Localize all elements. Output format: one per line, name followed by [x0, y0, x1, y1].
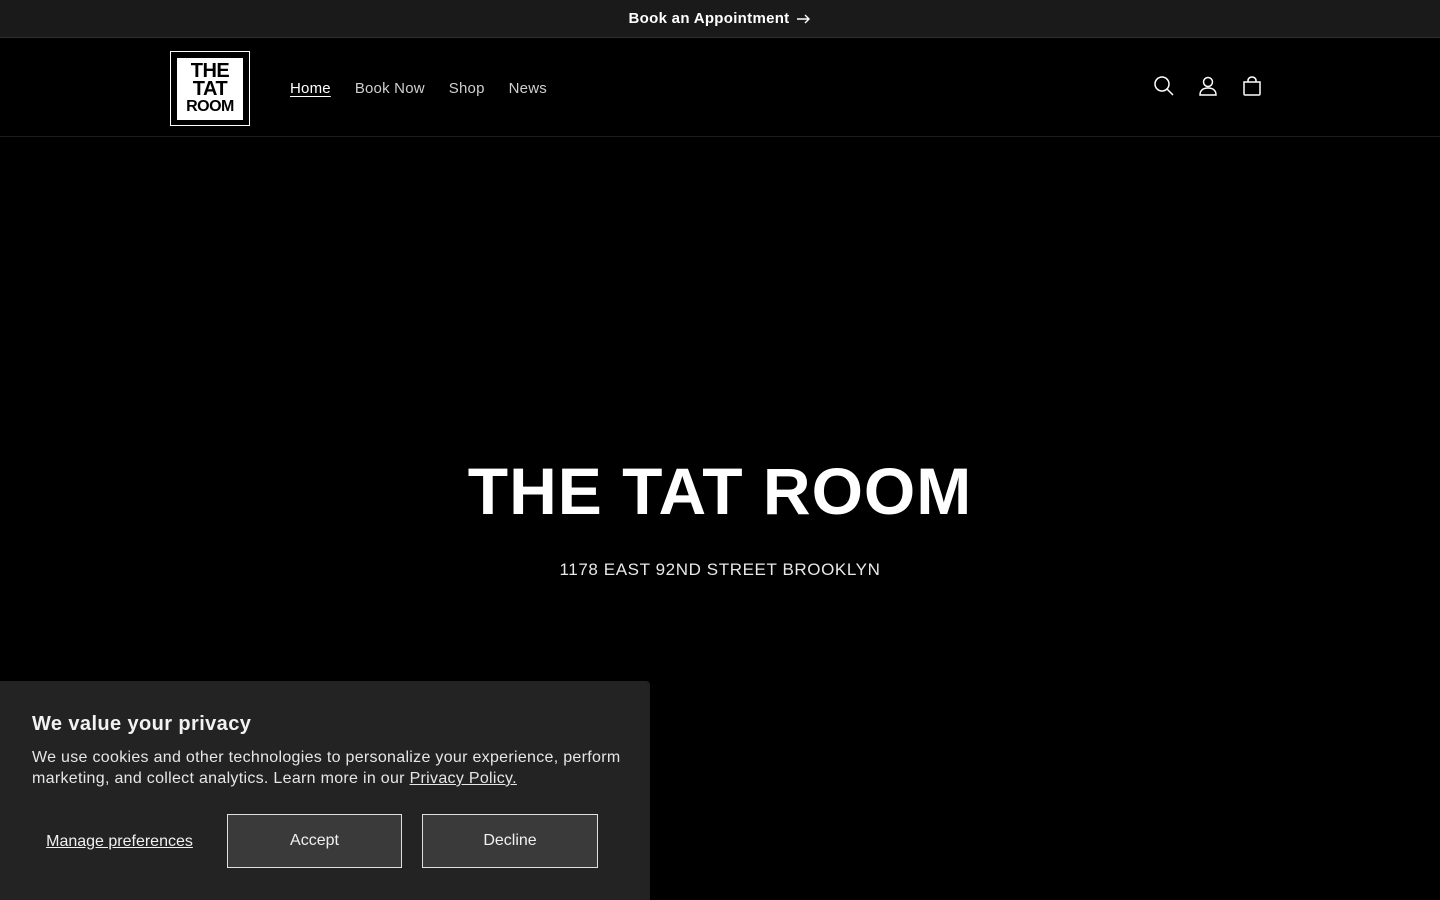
decline-button[interactable]: Decline: [422, 814, 598, 868]
hero-subtitle: 1178 EAST 92ND STREET BROOKLYN: [559, 560, 881, 579]
nav-item-book-now[interactable]: Book Now: [343, 80, 437, 97]
account-icon: [1197, 75, 1219, 102]
accept-button[interactable]: Accept: [227, 814, 402, 868]
cookie-description: We use cookies and other technologies to…: [32, 749, 621, 787]
arrow-right-icon: [797, 14, 811, 24]
nav-item-shop[interactable]: Shop: [437, 80, 497, 97]
announcement-text: Book an Appointment: [628, 10, 790, 27]
hero-title: THE TAT ROOM: [467, 454, 973, 528]
header-icons: [1142, 39, 1274, 137]
cart-icon: [1241, 75, 1263, 102]
site-header: THE TAT ROOM Home Book Now Shop News: [0, 39, 1440, 137]
manage-preferences-button[interactable]: Manage preferences: [32, 814, 207, 868]
logo-line-3: ROOM: [186, 97, 234, 115]
logo-line-2: TAT: [192, 77, 228, 100]
site-logo[interactable]: THE TAT ROOM: [170, 51, 250, 126]
cookie-text: We use cookies and other technologies to…: [32, 747, 632, 789]
logo-line-1: THE: [190, 59, 230, 82]
nav-item-home[interactable]: Home: [278, 80, 343, 97]
privacy-policy-link[interactable]: Privacy Policy.: [410, 770, 517, 787]
search-icon: [1153, 75, 1175, 102]
logo-mark: THE TAT ROOM: [177, 57, 243, 120]
cookie-consent-banner: We value your privacy We use cookies and…: [0, 681, 650, 900]
cookie-title: We value your privacy: [32, 713, 252, 735]
nav-item-news[interactable]: News: [497, 80, 559, 97]
main-nav: Home Book Now Shop News: [278, 39, 559, 137]
announcement-bar: Book an Appointment: [0, 0, 1440, 38]
cart-button[interactable]: [1230, 66, 1274, 110]
search-button[interactable]: [1142, 66, 1186, 110]
book-appointment-link[interactable]: Book an Appointment: [629, 10, 812, 27]
account-button[interactable]: [1186, 66, 1230, 110]
